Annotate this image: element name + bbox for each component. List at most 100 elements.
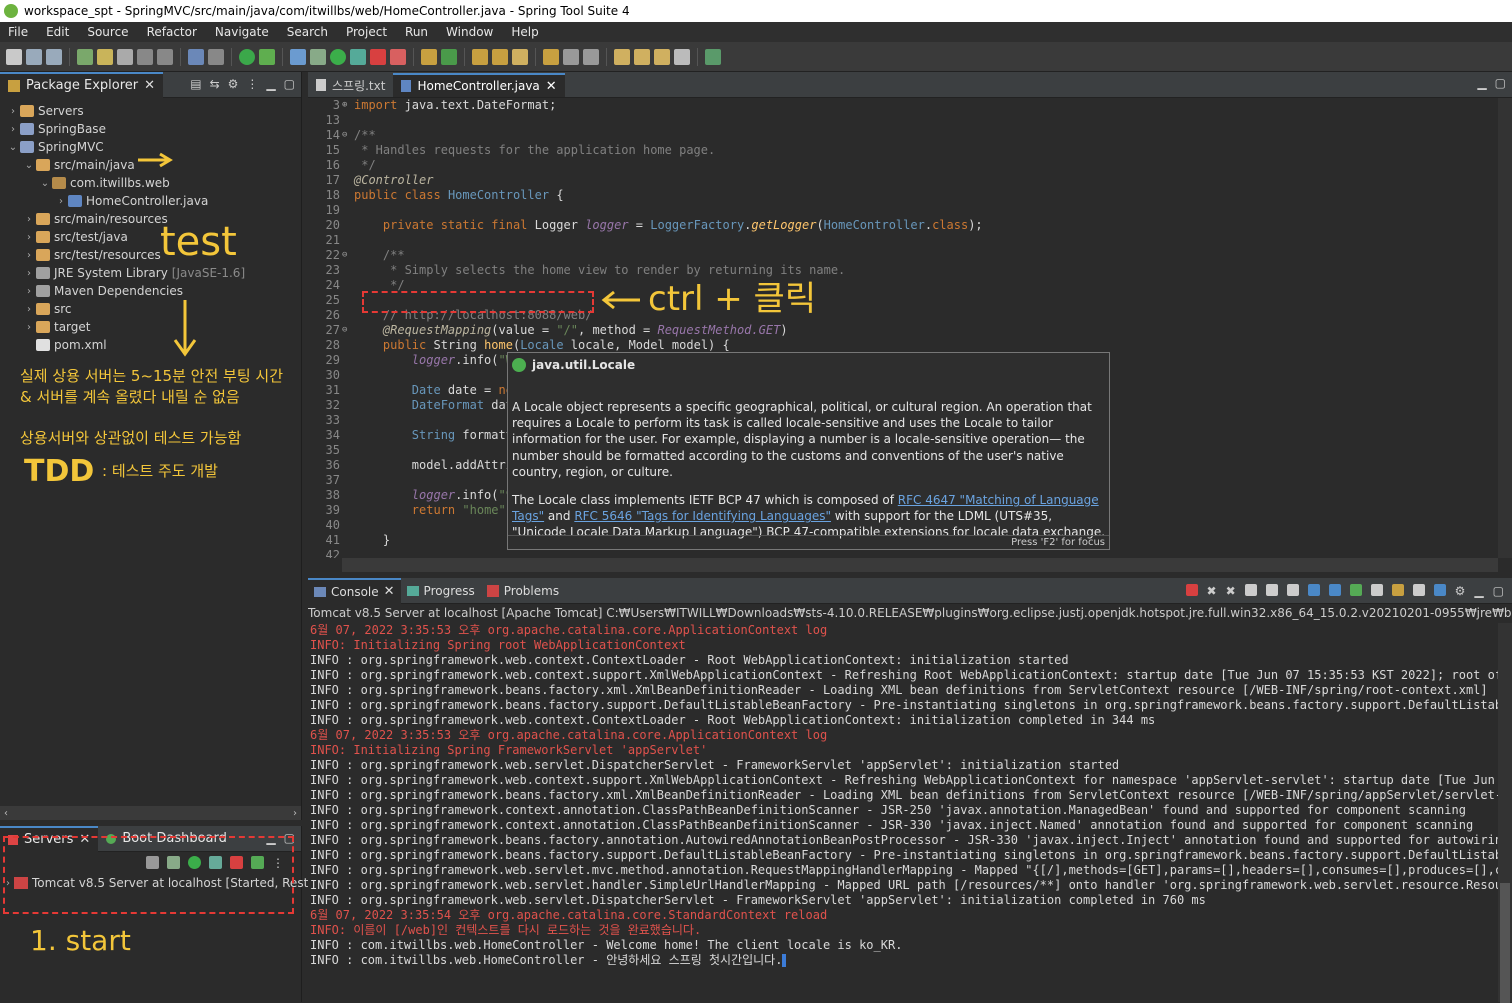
build-icon[interactable]	[77, 48, 93, 65]
perspective-icon[interactable]	[705, 48, 721, 65]
globe-icon[interactable]	[290, 48, 306, 65]
skip-breakpoints-icon[interactable]	[208, 48, 224, 65]
tree-item[interactable]: › Servers	[0, 102, 301, 120]
format-icon[interactable]	[137, 48, 153, 65]
maximize-icon[interactable]: ▢	[1495, 76, 1506, 90]
forward-icon[interactable]	[654, 48, 670, 65]
javadoc-hover-popup[interactable]: java.util.Locale A Locale object represe…	[507, 352, 1110, 550]
menu-item-window[interactable]: Window	[438, 25, 503, 39]
code-line[interactable]: 21	[308, 233, 1498, 248]
menu-item-source[interactable]: Source	[79, 25, 138, 39]
expand-arrow-icon[interactable]: ›	[22, 268, 36, 279]
expand-arrow-icon[interactable]: ›	[22, 322, 36, 333]
menu-item-help[interactable]: Help	[503, 25, 548, 39]
copy-icon[interactable]	[1412, 584, 1425, 596]
console-icon[interactable]	[188, 48, 204, 65]
tree-item[interactable]: › src/main/resources	[0, 210, 301, 228]
display-console-icon[interactable]	[1370, 584, 1383, 596]
tree-item[interactable]: › target	[0, 318, 301, 336]
tree-item[interactable]: › JRE System Library [JavaSE-1.6]	[0, 264, 301, 282]
new-icon[interactable]	[6, 48, 22, 65]
next-icon[interactable]	[674, 48, 690, 65]
editor-vertical-scrollbar[interactable]	[1498, 98, 1512, 558]
expand-arrow-icon[interactable]: ›	[22, 232, 36, 243]
annotation-next-icon[interactable]	[563, 48, 579, 65]
fold-toggle-icon[interactable]: ⊕	[342, 98, 352, 113]
horizontal-scrollbar[interactable]: ‹ ›	[0, 806, 301, 820]
menu-item-search[interactable]: Search	[279, 25, 338, 39]
maximize-icon[interactable]: ▢	[284, 77, 295, 91]
fold-toggle-icon[interactable]: ⊖	[342, 248, 352, 263]
scrollbar-thumb[interactable]	[1500, 883, 1510, 1003]
menu-item-file[interactable]: File	[0, 25, 38, 39]
toggle-icon[interactable]	[117, 48, 133, 65]
console-vertical-scrollbar[interactable]	[1498, 623, 1512, 1003]
menu-item-project[interactable]: Project	[338, 25, 397, 39]
tab-console[interactable]: Console ✕	[308, 577, 401, 604]
expand-arrow-icon[interactable]: ⌄	[22, 160, 36, 171]
menu-item-navigate[interactable]: Navigate	[207, 25, 279, 39]
code-line[interactable]: 22 ⊖ /**	[308, 248, 1498, 263]
code-line[interactable]: 23 * Simply selects the home view to ren…	[308, 263, 1498, 278]
settings-icon[interactable]: ⚙	[1455, 584, 1466, 598]
menu-item-edit[interactable]: Edit	[38, 25, 79, 39]
tree-item[interactable]: › src/test/resources	[0, 246, 301, 264]
spring-boot-icon[interactable]	[239, 48, 255, 65]
expand-arrow-icon[interactable]: ›	[22, 286, 36, 297]
minimize-icon[interactable]: ▁	[1474, 584, 1483, 598]
save-icon[interactable]	[26, 48, 42, 65]
expand-arrow-icon[interactable]: ›	[6, 106, 20, 117]
console-output[interactable]: 6월 07, 2022 3:35:53 오후 org.apache.catali…	[310, 623, 1498, 1002]
save-all-icon[interactable]	[46, 48, 62, 65]
last-edit-icon[interactable]	[614, 48, 630, 65]
coverage-icon[interactable]	[350, 48, 366, 65]
code-line[interactable]: 3 ⊕ import java.text.DateFormat;	[308, 98, 1498, 113]
remove-launch-icon[interactable]: ✖	[1207, 584, 1217, 598]
tree-item[interactable]: pom.xml	[0, 336, 301, 354]
collapse-all-icon[interactable]: ▤	[190, 77, 201, 91]
boot-relaunch-icon[interactable]	[259, 48, 275, 65]
search-icon[interactable]	[512, 48, 528, 65]
run-icon[interactable]	[330, 48, 346, 65]
code-line[interactable]: 18 public class HomeController {	[308, 188, 1498, 203]
fold-toggle-icon[interactable]: ⊖	[342, 323, 352, 338]
tab-problems[interactable]: Problems	[481, 578, 565, 604]
format-console-icon[interactable]	[1433, 584, 1446, 596]
annotation-prev-icon[interactable]	[583, 48, 599, 65]
code-line[interactable]: 13	[308, 113, 1498, 128]
folder-open-icon[interactable]	[543, 48, 559, 65]
minimize-icon[interactable]: ▁	[1477, 76, 1486, 90]
tree-item[interactable]: ⌄ src/main/java	[0, 156, 301, 174]
edit-icon[interactable]	[97, 48, 113, 65]
clear-console-icon[interactable]	[1244, 584, 1257, 596]
rfc5646-link[interactable]: RFC 5646 "Tags for Identifying Languages…	[574, 509, 831, 523]
tree-item[interactable]: › src	[0, 300, 301, 318]
show-on-stderr-icon[interactable]	[1328, 584, 1341, 596]
expand-arrow-icon[interactable]: ›	[22, 214, 36, 225]
open-console-icon[interactable]	[1391, 584, 1404, 596]
remove-all-icon[interactable]: ✖	[1226, 584, 1236, 598]
tab-spring-txt[interactable]: 스프링.txt	[308, 73, 393, 97]
expand-arrow-icon[interactable]: ›	[22, 250, 36, 261]
pilcrow-icon[interactable]	[157, 48, 173, 65]
expand-arrow-icon[interactable]: ›	[22, 304, 36, 315]
tab-progress[interactable]: Progress	[401, 578, 481, 604]
code-line[interactable]: 20 private static final Logger logger = …	[308, 218, 1498, 233]
tree-item[interactable]: › Maven Dependencies	[0, 282, 301, 300]
open-type-icon[interactable]	[472, 48, 488, 65]
external-tools-icon[interactable]	[390, 48, 406, 65]
scroll-lock-icon[interactable]	[1265, 584, 1278, 596]
expand-arrow-icon[interactable]: ⌄	[38, 178, 52, 189]
code-line[interactable]: 15 * Handles requests for the applicatio…	[308, 143, 1498, 158]
pin-console-icon[interactable]	[1349, 584, 1362, 596]
filter-icon[interactable]: ⚙	[228, 77, 239, 91]
tree-item[interactable]: › src/test/java	[0, 228, 301, 246]
tree-item[interactable]: › HomeController.java	[0, 192, 301, 210]
close-icon[interactable]: ✕	[384, 584, 395, 599]
terminate-icon[interactable]	[1185, 584, 1198, 596]
tree-item[interactable]: ⌄ SpringMVC	[0, 138, 301, 156]
expand-arrow-icon[interactable]: ⌄	[6, 142, 20, 153]
back-icon[interactable]	[634, 48, 650, 65]
expand-arrow-icon[interactable]: ›	[6, 124, 20, 135]
menu-item-run[interactable]: Run	[397, 25, 438, 39]
